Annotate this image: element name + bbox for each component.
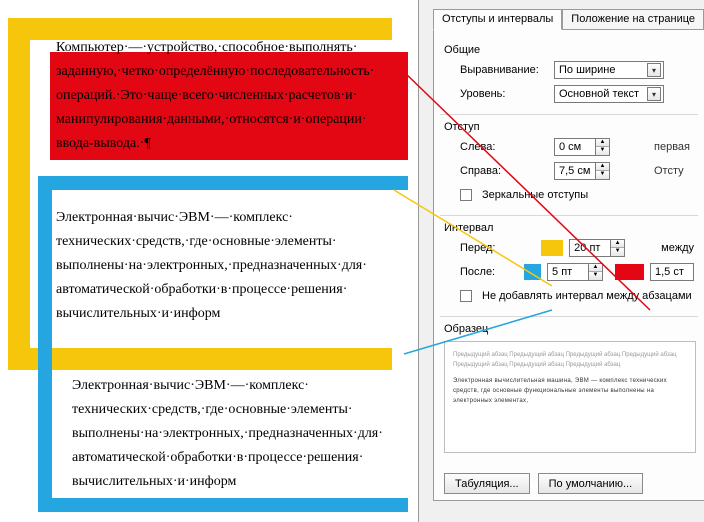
spinner-up-icon[interactable]: ▲ xyxy=(589,264,602,272)
preview-bold-text: Электронная вычислительная машина, ЭВМ —… xyxy=(453,376,687,406)
no-space-same-style-checkbox[interactable] xyxy=(460,290,472,302)
indent-right-value: 7,5 см xyxy=(555,165,595,177)
alignment-label: Выравнивание: xyxy=(460,64,548,76)
group-indent-label: Отступ xyxy=(444,121,694,133)
chevron-down-icon: ▾ xyxy=(647,87,661,101)
spacing-after-value: 5 пт xyxy=(548,266,588,278)
indent-left-label: Слева: xyxy=(460,141,548,153)
alignment-combo[interactable]: По ширине ▾ xyxy=(554,61,664,79)
spinner-down-icon[interactable]: ▼ xyxy=(611,248,624,256)
group-general-label: Общие xyxy=(444,44,694,56)
line-spacing-color-patch xyxy=(615,264,644,280)
spacing-after-label: После: xyxy=(460,266,518,278)
spinner-down-icon[interactable]: ▼ xyxy=(596,147,609,155)
spinner-down-icon[interactable]: ▼ xyxy=(596,171,609,179)
spinner-up-icon[interactable]: ▲ xyxy=(596,139,609,147)
paragraph-1: Компьютер·—·устройство,·способное·выполн… xyxy=(56,36,396,156)
no-space-same-style-label: Не добавлять интервал между абзацами одн… xyxy=(482,290,692,302)
group-sample-label: Образец xyxy=(444,323,694,335)
line-spacing-value: 1,5 ст xyxy=(651,266,693,278)
tab-indents-spacing[interactable]: Отступы и интервалы xyxy=(433,9,562,30)
alignment-value: По ширине xyxy=(559,64,616,76)
outline-level-value: Основной текст xyxy=(559,88,639,100)
outline-level-label: Уровень: xyxy=(460,88,548,100)
preview-box: Предыдущий абзац Предыдущий абзац Предыд… xyxy=(444,341,696,453)
paragraph-3: Электронная·вычис·ЭВМ·—·комплекс· технич… xyxy=(72,374,398,494)
spinner-up-icon[interactable]: ▲ xyxy=(596,163,609,171)
tabs-button[interactable]: Табуляция... xyxy=(444,473,530,494)
spacing-before-label: Перед: xyxy=(460,242,535,254)
spinner-down-icon[interactable]: ▼ xyxy=(589,272,602,280)
after-color-patch xyxy=(524,264,541,280)
tab-page-position[interactable]: Положение на странице xyxy=(562,9,704,30)
before-color-patch xyxy=(541,240,563,256)
indent-left-value: 0 см xyxy=(555,141,595,153)
first-line-label: первая xyxy=(654,141,690,153)
line-spacing-spinner[interactable]: 1,5 ст xyxy=(650,263,694,281)
indent-right-spinner[interactable]: 7,5 см ▲▼ xyxy=(554,162,610,180)
mirror-indents-label: Зеркальные отступы xyxy=(482,189,588,201)
group-interval-label: Интервал xyxy=(444,222,694,234)
indent-right-label: Справа: xyxy=(460,165,548,177)
spinner-up-icon[interactable]: ▲ xyxy=(611,240,624,248)
indent-trail-label: Отсту xyxy=(654,165,684,177)
spacing-after-spinner[interactable]: 5 пт ▲▼ xyxy=(547,263,603,281)
tab-panel: Общие Выравнивание: По ширине ▾ Уровень:… xyxy=(433,29,704,501)
mirror-indents-checkbox[interactable] xyxy=(460,189,472,201)
chevron-down-icon: ▾ xyxy=(647,63,661,77)
spacing-before-value: 20 пт xyxy=(570,242,610,254)
defaults-button[interactable]: По умолчанию... xyxy=(538,473,644,494)
outline-level-combo[interactable]: Основной текст ▾ xyxy=(554,85,664,103)
paragraph-2: Электронная·вычис·ЭВМ·—·комплекс· технич… xyxy=(56,206,396,326)
indent-left-spinner[interactable]: 0 см ▲▼ xyxy=(554,138,610,156)
paragraph-dialog: Отступы и интервалы Положение на страниц… xyxy=(418,0,704,522)
preview-grey-text: Предыдущий абзац Предыдущий абзац Предыд… xyxy=(453,350,687,370)
spacing-before-spinner[interactable]: 20 пт ▲▼ xyxy=(569,239,625,257)
document-preview-area: Компьютер·—·устройство,·способное·выполн… xyxy=(0,0,418,522)
line-spacing-label: между xyxy=(661,242,694,254)
